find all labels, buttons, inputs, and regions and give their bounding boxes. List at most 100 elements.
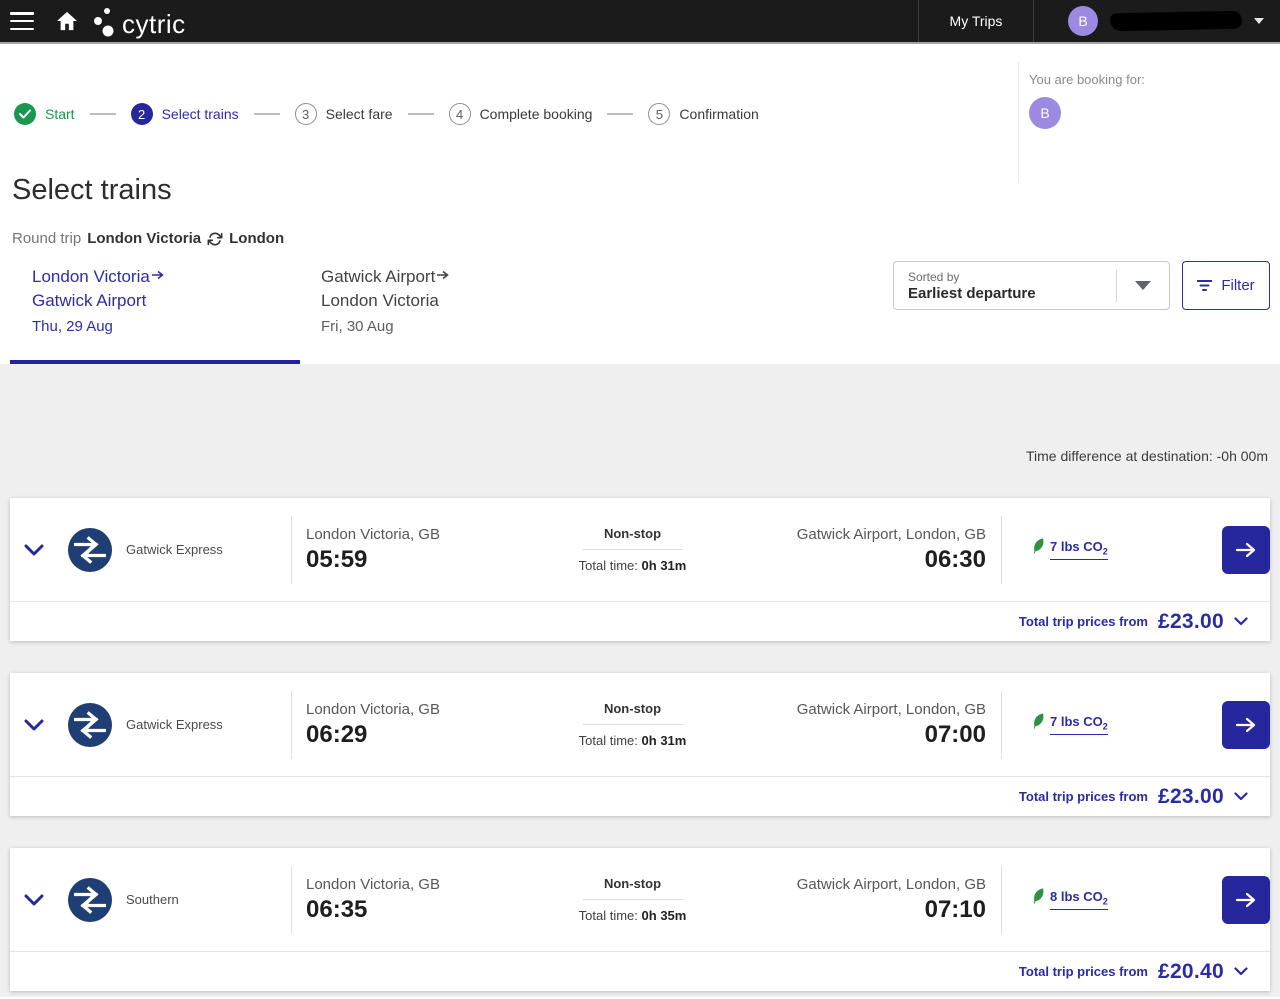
- chevron-down-icon: [1234, 967, 1248, 976]
- train-result-card: Southern London Victoria, GB 06:35 Non-s…: [10, 848, 1270, 991]
- arrival-time: 06:30: [705, 546, 986, 574]
- trip-summary: Round trip London Victoria London: [12, 230, 284, 247]
- sort-value: Earliest departure: [908, 285, 1116, 302]
- co2-value: 7 lbs CO2: [1050, 539, 1108, 560]
- arrival-time: 07:10: [705, 896, 986, 924]
- departure-station: London Victoria, GB: [306, 876, 560, 893]
- national-rail-logo-icon: [68, 878, 112, 922]
- booking-for-panel: You are booking for: B: [1018, 62, 1145, 182]
- step-label: Complete booking: [480, 106, 593, 122]
- results-section: Time difference at destination: -0h 00m …: [0, 364, 1280, 997]
- redacted-user-name: [1110, 11, 1242, 32]
- step-label: Start: [45, 106, 75, 122]
- total-time-label: Total time:: [579, 733, 638, 748]
- arrival-station: Gatwick Airport, London, GB: [705, 526, 986, 543]
- user-menu[interactable]: B: [1034, 0, 1280, 42]
- total-time-value: 0h 31m: [642, 558, 687, 573]
- cytric-logo[interactable]: cytric: [92, 3, 186, 39]
- leaf-icon: [1031, 538, 1047, 554]
- step-number: 2: [131, 103, 153, 125]
- stops-label: Non-stop: [560, 701, 705, 716]
- tab-route-from: Gatwick Airport: [321, 263, 449, 289]
- chevron-down-icon: [1234, 792, 1248, 801]
- chevron-down-icon: [1254, 18, 1264, 24]
- price-label: Total trip prices from: [1019, 789, 1148, 804]
- progress-stepper: Start 2 Select trains 3 Select fare 4 Co…: [14, 103, 759, 125]
- step-connector: [254, 113, 280, 115]
- co2-value: 8 lbs CO2: [1050, 889, 1108, 910]
- arrival-station: Gatwick Airport, London, GB: [705, 876, 986, 893]
- sort-dropdown[interactable]: Sorted by Earliest departure: [893, 261, 1170, 310]
- price-value: £23.00: [1158, 610, 1224, 634]
- tab-date: Fri, 30 Aug: [321, 315, 449, 339]
- tab-route-to: Gatwick Airport: [32, 289, 164, 313]
- page-header: You are booking for: B Start 2 Select tr…: [0, 44, 1280, 364]
- step-complete-booking[interactable]: 4 Complete booking: [449, 103, 593, 125]
- trip-type-label: Round trip: [12, 230, 81, 247]
- price-row[interactable]: Total trip prices from £23.00: [10, 776, 1270, 816]
- home-icon[interactable]: [56, 11, 78, 31]
- booking-for-label: You are booking for:: [1029, 72, 1145, 87]
- trip-destination: London: [229, 230, 284, 247]
- check-icon: [14, 103, 36, 125]
- step-connector: [607, 113, 633, 115]
- select-train-button[interactable]: [1222, 876, 1270, 924]
- divider: [583, 549, 683, 550]
- tab-outbound[interactable]: London Victoria Gatwick Airport Thu, 29 …: [32, 263, 164, 339]
- co2-link[interactable]: 8 lbs CO2: [1032, 889, 1108, 910]
- leaf-icon: [1031, 713, 1047, 729]
- sync-icon: [207, 231, 223, 247]
- total-time-label: Total time:: [579, 908, 638, 923]
- select-train-button[interactable]: [1222, 701, 1270, 749]
- my-trips-button[interactable]: My Trips: [918, 0, 1034, 42]
- leaf-icon: [1031, 888, 1047, 904]
- national-rail-logo-icon: [68, 528, 112, 572]
- arrow-right-icon: [437, 263, 449, 287]
- price-value: £20.40: [1158, 960, 1224, 984]
- step-select-trains[interactable]: 2 Select trains: [131, 103, 239, 125]
- step-number: 4: [449, 103, 471, 125]
- chevron-down-icon: [1234, 617, 1248, 626]
- step-connector: [90, 113, 116, 115]
- filter-button[interactable]: Filter: [1182, 261, 1270, 310]
- co2-link[interactable]: 7 lbs CO2: [1032, 539, 1108, 560]
- divider: [583, 899, 683, 900]
- total-time-label: Total time:: [579, 558, 638, 573]
- co2-value: 7 lbs CO2: [1050, 714, 1108, 735]
- price-value: £23.00: [1158, 785, 1224, 809]
- price-label: Total trip prices from: [1019, 614, 1148, 629]
- tab-date: Thu, 29 Aug: [32, 315, 164, 339]
- active-tab-indicator: [10, 360, 300, 364]
- brand-name: cytric: [122, 11, 186, 39]
- arrow-right-icon: [1235, 542, 1257, 558]
- step-start[interactable]: Start: [14, 103, 75, 125]
- user-avatar: B: [1068, 6, 1098, 36]
- arrival-time: 07:00: [705, 721, 986, 749]
- train-result-card: Gatwick Express London Victoria, GB 06:2…: [10, 673, 1270, 816]
- select-train-button[interactable]: [1222, 526, 1270, 574]
- co2-link[interactable]: 7 lbs CO2: [1032, 714, 1108, 735]
- trip-origin: London Victoria: [87, 230, 201, 247]
- expand-chevron-icon[interactable]: [10, 544, 58, 556]
- total-time-value: 0h 35m: [642, 908, 687, 923]
- caret-down-icon: [1135, 281, 1151, 290]
- price-row[interactable]: Total trip prices from £20.40: [10, 951, 1270, 991]
- total-time-value: 0h 31m: [642, 733, 687, 748]
- carrier-name: Gatwick Express: [126, 542, 223, 557]
- tab-return[interactable]: Gatwick Airport London Victoria Fri, 30 …: [321, 263, 449, 339]
- expand-chevron-icon[interactable]: [10, 894, 58, 906]
- stops-label: Non-stop: [560, 526, 705, 541]
- departure-time: 06:35: [306, 896, 560, 924]
- step-select-fare[interactable]: 3 Select fare: [295, 103, 393, 125]
- tab-route-from: London Victoria: [32, 263, 164, 289]
- step-label: Select trains: [162, 106, 239, 122]
- price-label: Total trip prices from: [1019, 964, 1148, 979]
- expand-chevron-icon[interactable]: [10, 719, 58, 731]
- top-nav-bar: cytric My Trips B: [0, 0, 1280, 44]
- step-confirmation[interactable]: 5 Confirmation: [648, 103, 758, 125]
- national-rail-logo-icon: [68, 703, 112, 747]
- price-row[interactable]: Total trip prices from £23.00: [10, 601, 1270, 641]
- menu-icon[interactable]: [10, 12, 34, 30]
- sort-label: Sorted by: [908, 270, 1116, 284]
- carrier-name: Southern: [126, 892, 179, 907]
